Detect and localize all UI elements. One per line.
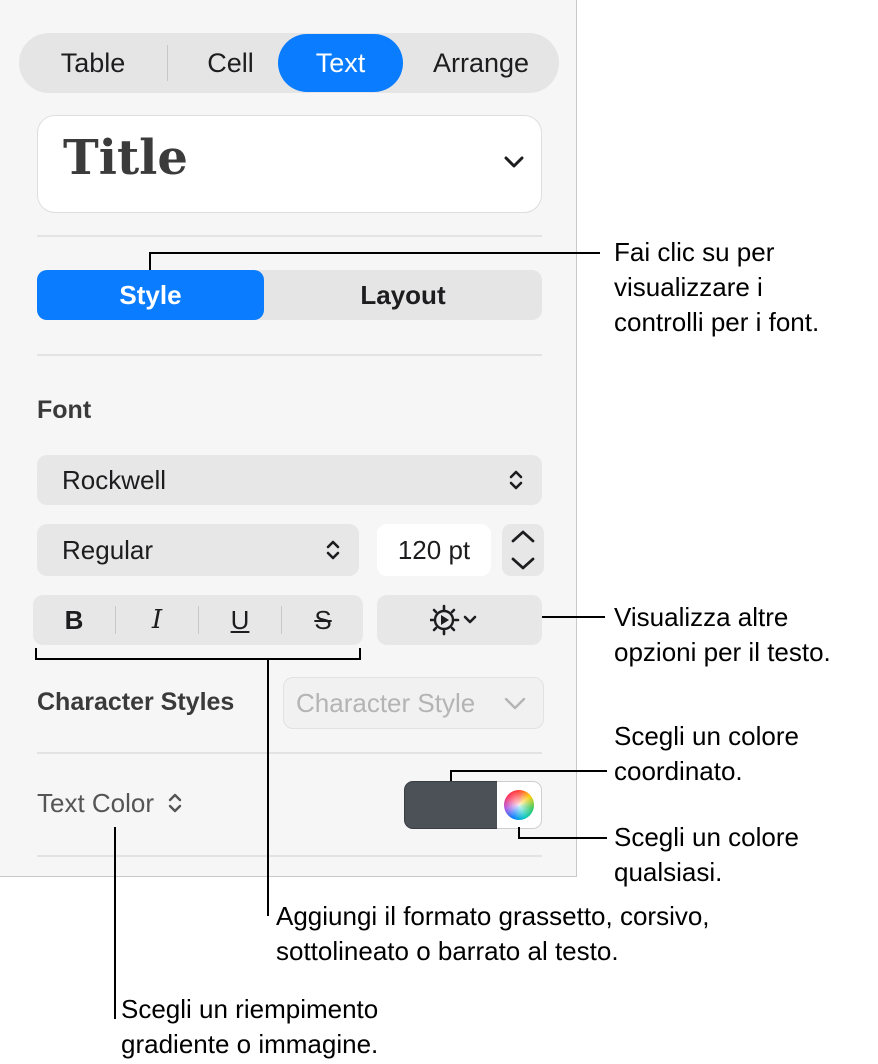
callout-fill: Scegli un riempimento gradiente o immagi… xyxy=(121,994,379,1059)
callout-more-options: Visualizza altre opzioni per il testo. xyxy=(614,602,831,667)
callout-coordinated-color: Scegli un colore coordinato. xyxy=(614,721,799,786)
callout-any-color: Scegli un colore qualsiasi. xyxy=(614,822,799,887)
callout-formatting: Aggiungi il formato grassetto, corsivo, … xyxy=(276,901,710,966)
callout-style-tab: Fai clic su per visualizzare i controlli… xyxy=(614,237,820,337)
